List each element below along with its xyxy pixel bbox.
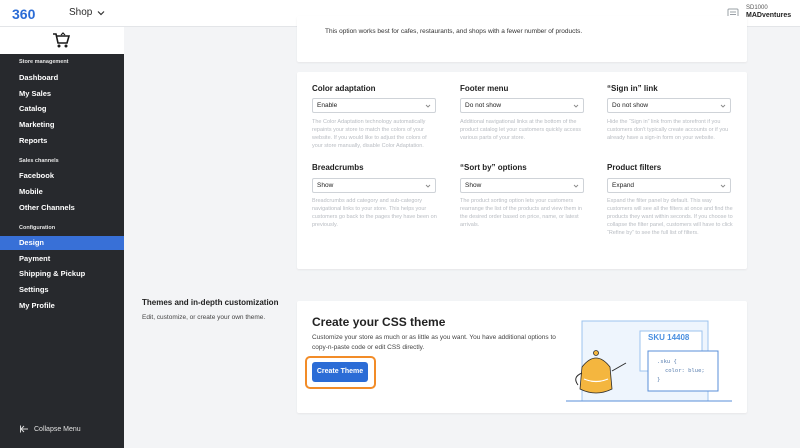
color-adaptation-label: Color adaptation — [312, 84, 376, 93]
css-theme-title: Create your CSS theme — [312, 315, 446, 329]
layout-option-note: This option works best for cafes, restau… — [325, 28, 583, 35]
chevron-down-icon — [573, 104, 579, 108]
footer-menu-select[interactable]: Do not show — [460, 98, 584, 113]
sort-by-options-select[interactable]: Show — [460, 178, 584, 193]
code-snippet-line: } — [657, 377, 661, 383]
sidebar-item-other-channels[interactable]: Other Channels — [0, 201, 124, 215]
sidebar-logo-area — [0, 27, 124, 54]
sidebar-item-settings[interactable]: Settings — [0, 283, 124, 297]
sidebar-item-mobile[interactable]: Mobile — [0, 185, 124, 199]
store-name[interactable]: MADventures — [746, 12, 791, 19]
product-filters-label: Product filters — [607, 163, 662, 172]
create-theme-button[interactable]: Create Theme — [312, 362, 368, 382]
sign-in-link-value: Do not show — [612, 102, 649, 109]
chevron-down-icon — [573, 184, 579, 188]
nav-section-sales-channels: Sales channels — [19, 158, 59, 164]
code-snippet-line: color: blue; — [665, 368, 705, 374]
sign-in-link-help: Hide the “Sign in” link from the storefr… — [607, 119, 729, 141]
nav-section-store-management: Store management — [19, 59, 69, 65]
sign-in-link-select[interactable]: Do not show — [607, 98, 731, 113]
shopping-cart-icon[interactable] — [52, 32, 70, 49]
chevron-down-icon — [720, 104, 726, 108]
breadcrumbs-label: Breadcrumbs — [312, 163, 364, 172]
footer-menu-label: Footer menu — [460, 84, 509, 93]
color-adaptation-select[interactable]: Enable — [312, 98, 436, 113]
product-filters-help: Expand the filter panel by default. This… — [607, 198, 733, 236]
css-theme-illustration — [566, 320, 732, 402]
sign-in-link-label: “Sign in” link — [607, 84, 658, 93]
sort-by-options-help: The product sorting option lets your cus… — [460, 198, 582, 228]
sidebar-item-shipping-pickup[interactable]: Shipping & Pickup — [0, 267, 124, 281]
sidebar-item-marketing[interactable]: Marketing — [0, 118, 124, 132]
sort-by-options-value: Show — [465, 182, 482, 189]
chevron-down-icon — [425, 184, 431, 188]
breadcrumbs-value: Show — [317, 182, 334, 189]
product-filters-value: Expand — [612, 182, 635, 189]
sidebar-item-design[interactable]: Design — [0, 236, 124, 250]
collapse-arrow-icon — [20, 425, 28, 433]
chevron-down-icon — [425, 104, 431, 108]
sidebar-item-catalog[interactable]: Catalog — [0, 102, 124, 116]
shop-switcher-label: Shop — [69, 7, 93, 18]
chevron-down-icon — [97, 10, 105, 15]
themes-section-title: Themes and in-depth customization — [142, 298, 279, 307]
color-adaptation-help: The Color Adaptation technology automati… — [312, 119, 427, 149]
sidebar-item-facebook[interactable]: Facebook — [0, 169, 124, 183]
sku-label: SKU 14408 — [648, 333, 690, 342]
collapse-menu-label: Collapse Menu — [34, 425, 81, 433]
sidebar-item-my-profile[interactable]: My Profile — [0, 299, 124, 313]
breadcrumbs-help: Breadcrumbs add category and sub-categor… — [312, 198, 437, 228]
sidebar-item-payment[interactable]: Payment — [0, 252, 124, 266]
ecwid-360-logo-icon[interactable]: 360 — [12, 5, 42, 22]
sidebar-item-my-sales[interactable]: My Sales — [0, 87, 124, 101]
svg-text:360: 360 — [12, 6, 36, 22]
nav-section-configuration: Configuration — [19, 225, 56, 231]
chevron-down-icon — [720, 184, 726, 188]
layout-option-card — [297, 16, 747, 62]
sort-by-options-label: “Sort by” options — [460, 163, 527, 172]
code-snippet-line: .sku { — [657, 359, 677, 365]
collapse-menu-button[interactable]: Collapse Menu — [20, 425, 81, 433]
product-filters-select[interactable]: Expand — [607, 178, 731, 193]
shop-switcher[interactable]: Shop — [69, 7, 105, 18]
breadcrumbs-select[interactable]: Show — [312, 178, 436, 193]
css-theme-description: Customize your store as much or as littl… — [312, 334, 556, 351]
store-id: SD1000 — [746, 5, 768, 11]
footer-menu-help: Additional navigational links at the bot… — [460, 119, 582, 141]
themes-section-description: Edit, customize, or create your own them… — [142, 314, 266, 321]
sidebar-item-dashboard[interactable]: Dashboard — [0, 71, 124, 85]
color-adaptation-value: Enable — [317, 102, 338, 109]
footer-menu-value: Do not show — [465, 102, 502, 109]
sidebar: Store management Dashboard My Sales Cata… — [0, 27, 124, 448]
sidebar-item-reports[interactable]: Reports — [0, 134, 124, 148]
